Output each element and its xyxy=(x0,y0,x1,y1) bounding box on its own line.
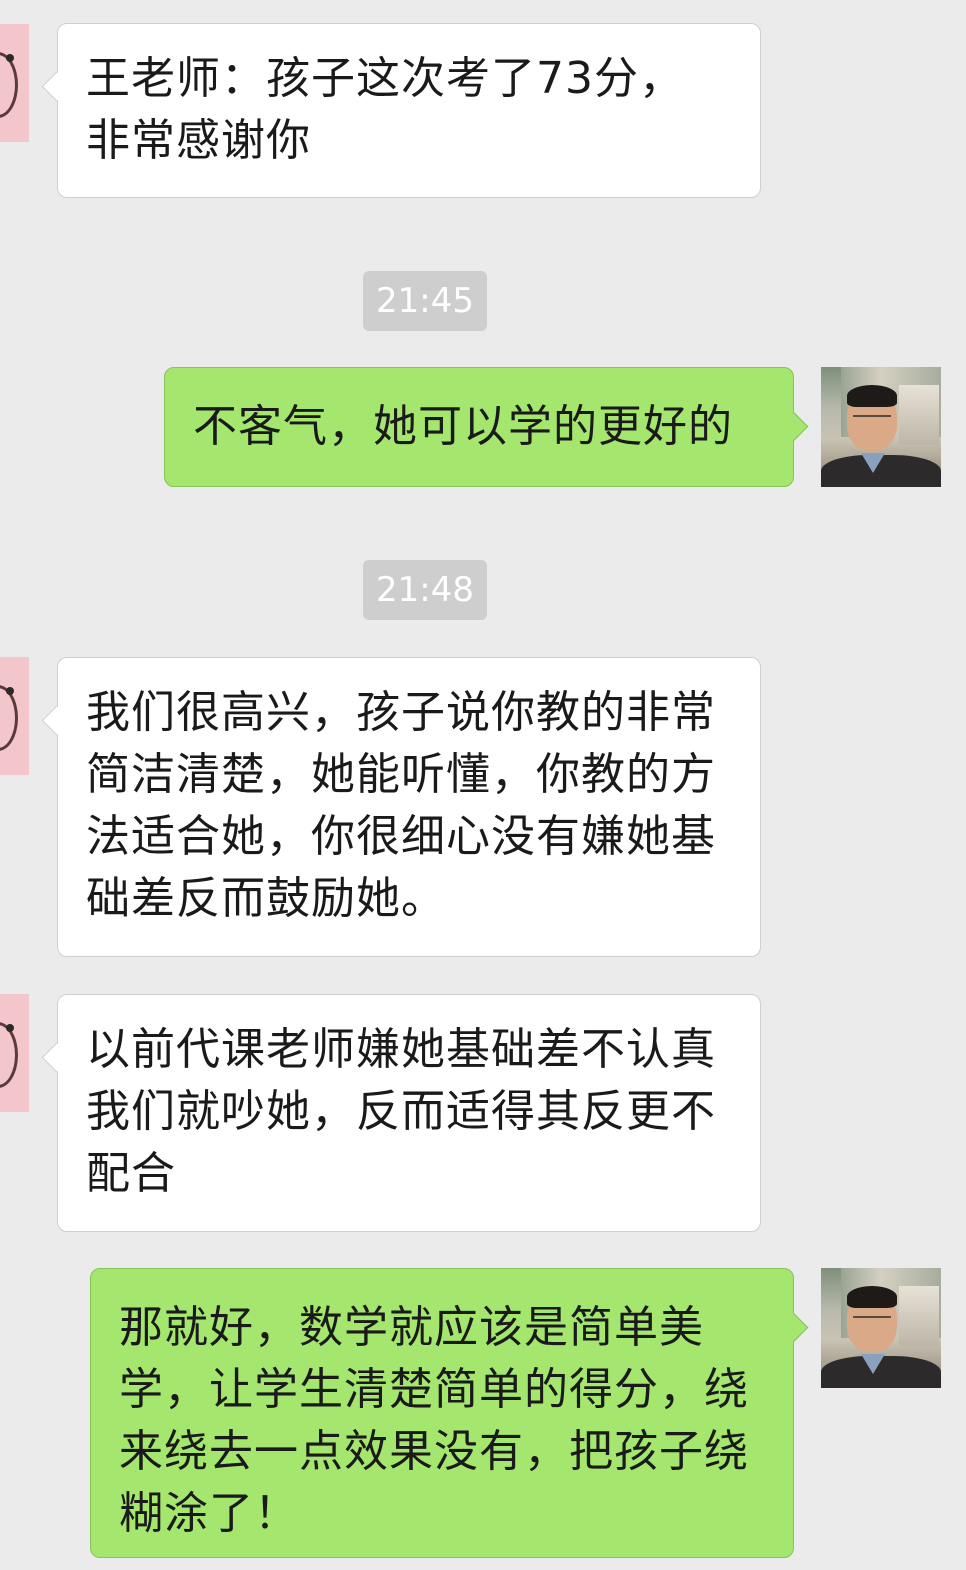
avatar-glasses-drawing xyxy=(853,415,891,427)
avatar-hair-drawing xyxy=(847,385,897,407)
avatar-eye-drawing xyxy=(6,54,14,62)
contact-avatar[interactable] xyxy=(0,24,29,142)
avatar-eye-drawing xyxy=(6,687,14,695)
chat-area[interactable]: 王老师：孩子这次考了73分，非常感谢你 21:45 不客气，她可以学的更好的 2… xyxy=(0,0,966,1570)
message-text: 不客气，她可以学的更好的 xyxy=(193,401,733,452)
incoming-message-bubble[interactable]: 王老师：孩子这次考了73分，非常感谢你 xyxy=(57,23,761,198)
user-avatar[interactable] xyxy=(821,367,941,487)
message-text: 王老师：孩子这次考了73分，非常感谢你 xyxy=(86,53,684,166)
message-text: 那就好，数学就应该是简单美学，让学生清楚简单的得分，绕来绕去一点效果没有，把孩子… xyxy=(119,1302,749,1539)
message-timestamp: 21:45 xyxy=(363,271,487,331)
contact-avatar[interactable] xyxy=(0,994,29,1112)
message-text: 我们很高兴，孩子说你教的非常简洁清楚，她能听懂，你教的方法适合她，你很细心没有嫌… xyxy=(86,687,716,924)
message-text: 以前代课老师嫌她基础差不认真我们就吵她，反而适得其反更不配合 xyxy=(86,1024,716,1199)
outgoing-message-bubble[interactable]: 那就好，数学就应该是简单美学，让学生清楚简单的得分，绕来绕去一点效果没有，把孩子… xyxy=(90,1268,794,1558)
avatar-hair-drawing xyxy=(847,1286,897,1308)
avatar-background-drawing xyxy=(899,1286,939,1346)
contact-avatar[interactable] xyxy=(0,657,29,775)
incoming-message-bubble[interactable]: 我们很高兴，孩子说你教的非常简洁清楚，她能听懂，你教的方法适合她，你很细心没有嫌… xyxy=(57,657,761,957)
avatar-background-drawing xyxy=(899,385,939,445)
outgoing-message-bubble[interactable]: 不客气，她可以学的更好的 xyxy=(164,367,794,487)
user-avatar[interactable] xyxy=(821,1268,941,1388)
message-timestamp: 21:48 xyxy=(363,560,487,620)
avatar-body-drawing xyxy=(821,1356,941,1388)
avatar-eye-drawing xyxy=(6,1024,14,1032)
avatar-body-drawing xyxy=(821,455,941,487)
avatar-glasses-drawing xyxy=(853,1316,891,1328)
incoming-message-bubble[interactable]: 以前代课老师嫌她基础差不认真我们就吵她，反而适得其反更不配合 xyxy=(57,994,761,1232)
